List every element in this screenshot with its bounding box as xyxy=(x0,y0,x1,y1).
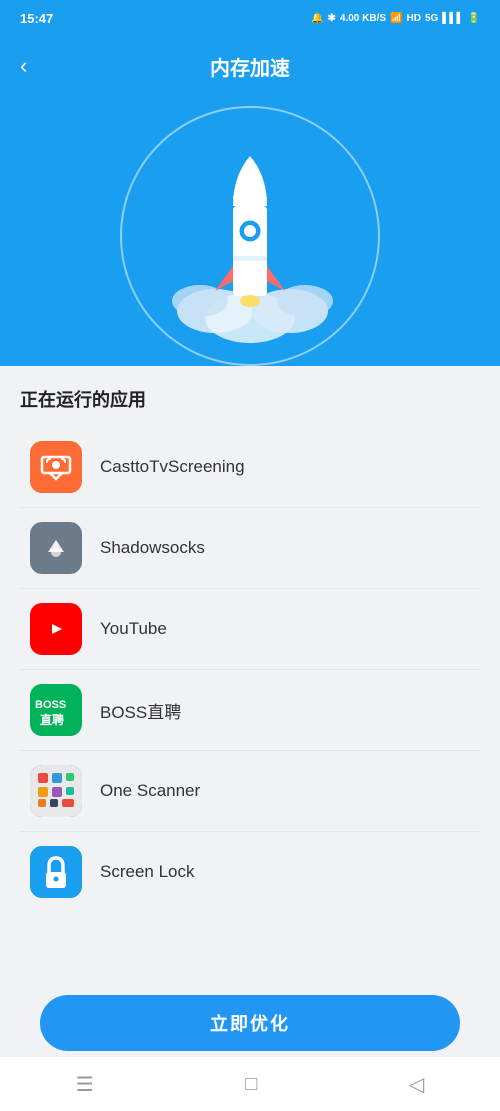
time-display: 15:47 xyxy=(20,11,53,26)
bell-icon: 🔔 xyxy=(311,13,323,24)
menu-icon[interactable]: ☰ xyxy=(76,1072,94,1097)
list-item[interactable]: CasttoTvScreening xyxy=(20,427,480,508)
list-item[interactable]: YouTube xyxy=(20,589,480,670)
main-content: 正在运行的应用 CasttoTvScreening xyxy=(0,366,500,1012)
list-item[interactable]: One Scanner xyxy=(20,751,480,832)
hero-section xyxy=(0,86,500,366)
signal-icon: ▌▌▌ xyxy=(442,13,463,24)
status-icons: 🔔 ✱ 4.00 KB/S 📶 HD 5G ▌▌▌ 🔋 xyxy=(311,13,480,24)
youtube-name: YouTube xyxy=(100,619,167,639)
boss-icon: BOSS 直聘 xyxy=(30,684,82,736)
page-title: 内存加速 xyxy=(210,52,290,81)
svg-text:直聘: 直聘 xyxy=(40,712,64,727)
svg-text:BOSS: BOSS xyxy=(35,699,66,711)
network-speed: 4.00 KB/S xyxy=(340,13,386,24)
bluetooth-icon: ✱ xyxy=(328,13,336,24)
onescanner-icon xyxy=(30,765,82,817)
screenlock-icon xyxy=(30,846,82,898)
back-nav-icon[interactable]: ◁ xyxy=(409,1072,424,1097)
shadowsocks-icon xyxy=(30,522,82,574)
running-apps-title: 正在运行的应用 xyxy=(20,386,480,412)
boss-name: BOSS直聘 xyxy=(100,698,181,723)
hero-circle xyxy=(120,106,380,366)
casttotv-name: CasttoTvScreening xyxy=(100,457,245,477)
shadowsocks-name: Shadowsocks xyxy=(100,538,205,558)
back-button[interactable]: ‹ xyxy=(20,53,27,79)
5g-badge: 5G xyxy=(425,13,438,24)
list-item[interactable]: Screen Lock xyxy=(20,832,480,912)
header: ‹ 内存加速 xyxy=(0,36,500,86)
wifi-icon: 📶 xyxy=(390,13,402,24)
home-icon[interactable]: □ xyxy=(245,1073,257,1096)
onescanner-name: One Scanner xyxy=(100,781,200,801)
rocket-illustration xyxy=(150,126,350,346)
optimize-button[interactable]: 立即优化 xyxy=(40,995,460,1051)
casttotv-icon xyxy=(30,441,82,493)
list-item[interactable]: BOSS 直聘 BOSS直聘 xyxy=(20,670,480,751)
status-bar: 15:47 🔔 ✱ 4.00 KB/S 📶 HD 5G ▌▌▌ 🔋 xyxy=(0,0,500,36)
hd-badge: HD xyxy=(406,13,420,24)
list-item[interactable]: Shadowsocks xyxy=(20,508,480,589)
bottom-nav: ☰ □ ◁ xyxy=(0,1056,500,1111)
battery-icon: 🔋 xyxy=(468,13,480,24)
screenlock-name: Screen Lock xyxy=(100,862,195,882)
youtube-icon xyxy=(30,603,82,655)
app-list: CasttoTvScreening Shadowsocks YouTube xyxy=(20,427,480,912)
